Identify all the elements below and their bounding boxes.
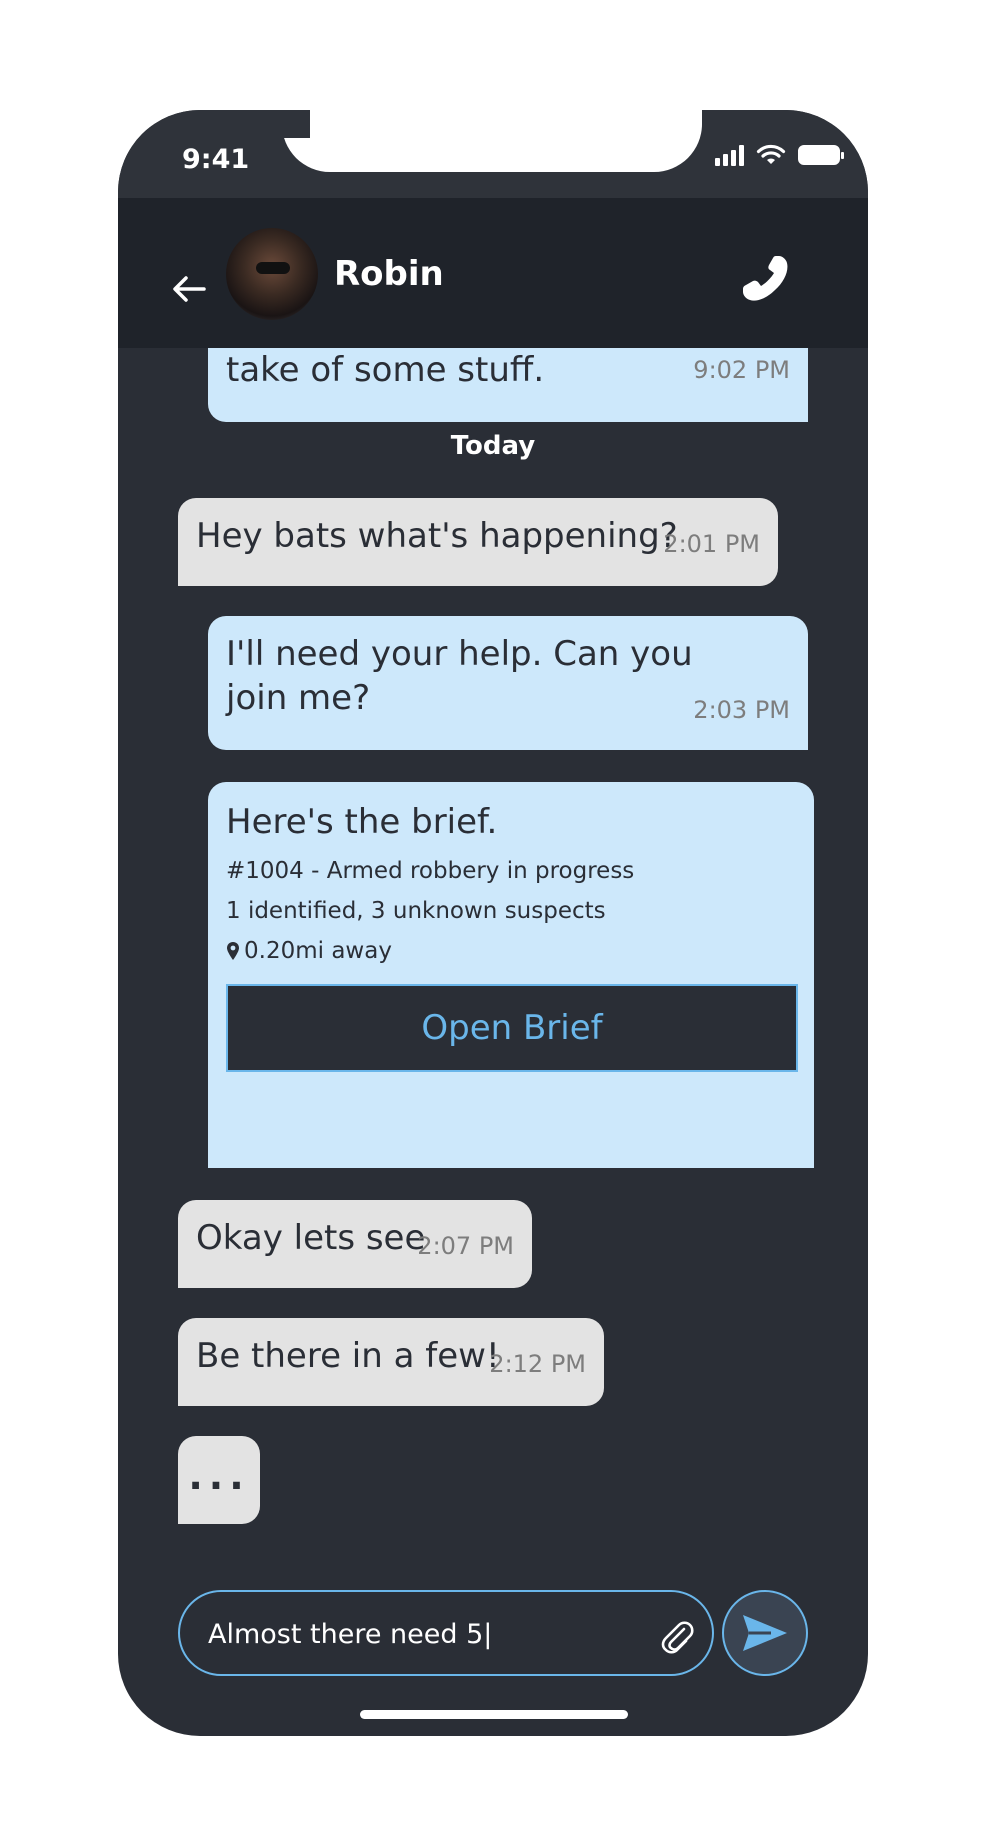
message-bubble-outgoing: take of some stuff. 9:02 PM [208,348,808,422]
back-arrow-icon[interactable] [170,270,208,308]
message-input[interactable]: Almost there need 5| [208,1616,638,1654]
send-icon [743,1615,787,1651]
status-icons [715,144,844,166]
message-bubble-incoming: Hey bats what's happening? 2:01 PM [178,498,778,586]
message-time: 2:12 PM [489,1350,586,1378]
message-time: 2:01 PM [663,530,760,558]
brief-card: Here's the brief. #1004 - Armed robbery … [208,782,814,1168]
chat-header: Robin [118,198,868,348]
brief-title: Here's the brief. [226,802,498,842]
message-text: Okay lets see [196,1218,426,1258]
message-bubble-outgoing: I'll need your help. Can you join me? 2:… [208,616,808,750]
brief-case: #1004 - Armed robbery in progress [226,858,635,884]
battery-icon [798,145,844,165]
message-composer[interactable]: Almost there need 5| [178,1590,714,1676]
notch [282,110,702,172]
message-text-line: I'll need your help. Can you [226,634,693,674]
message-time: 2:03 PM [693,696,790,724]
wifi-icon [756,144,786,164]
open-brief-button[interactable]: Open Brief [226,984,798,1072]
typing-dots: ... [188,1454,250,1498]
typing-indicator: ... [178,1436,260,1524]
message-text: Hey bats what's happening? [196,516,678,556]
brief-distance-row: 0.20mi away [226,938,796,964]
message-bubble-incoming: Okay lets see 2:07 PM [178,1200,532,1288]
brief-suspects: 1 identified, 3 unknown suspects [226,898,606,924]
phone-frame: 9:41 Robin take of some stuff. 9:02 PM T… [118,110,868,1736]
status-time: 9:41 [182,144,250,175]
message-time: 9:02 PM [693,356,790,384]
send-button[interactable] [722,1590,808,1676]
message-time: 2:07 PM [417,1232,514,1260]
location-pin-icon [227,942,239,960]
phone-call-icon[interactable] [740,252,792,304]
contact-name[interactable]: Robin [334,254,444,294]
day-separator: Today [450,431,536,461]
brief-distance: 0.20mi away [244,938,392,964]
avatar-mask [256,262,290,274]
status-bar: 9:41 [118,110,868,198]
message-text: Be there in a few! [196,1336,500,1376]
message-list: take of some stuff. 9:02 PM Today Hey ba… [118,348,868,1688]
home-indicator [360,1710,628,1719]
signal-icon [715,144,744,166]
message-text: take of some stuff. [226,350,545,390]
avatar[interactable] [226,228,318,320]
message-bubble-incoming: Be there in a few! 2:12 PM [178,1318,604,1406]
paperclip-icon[interactable] [656,1616,696,1656]
